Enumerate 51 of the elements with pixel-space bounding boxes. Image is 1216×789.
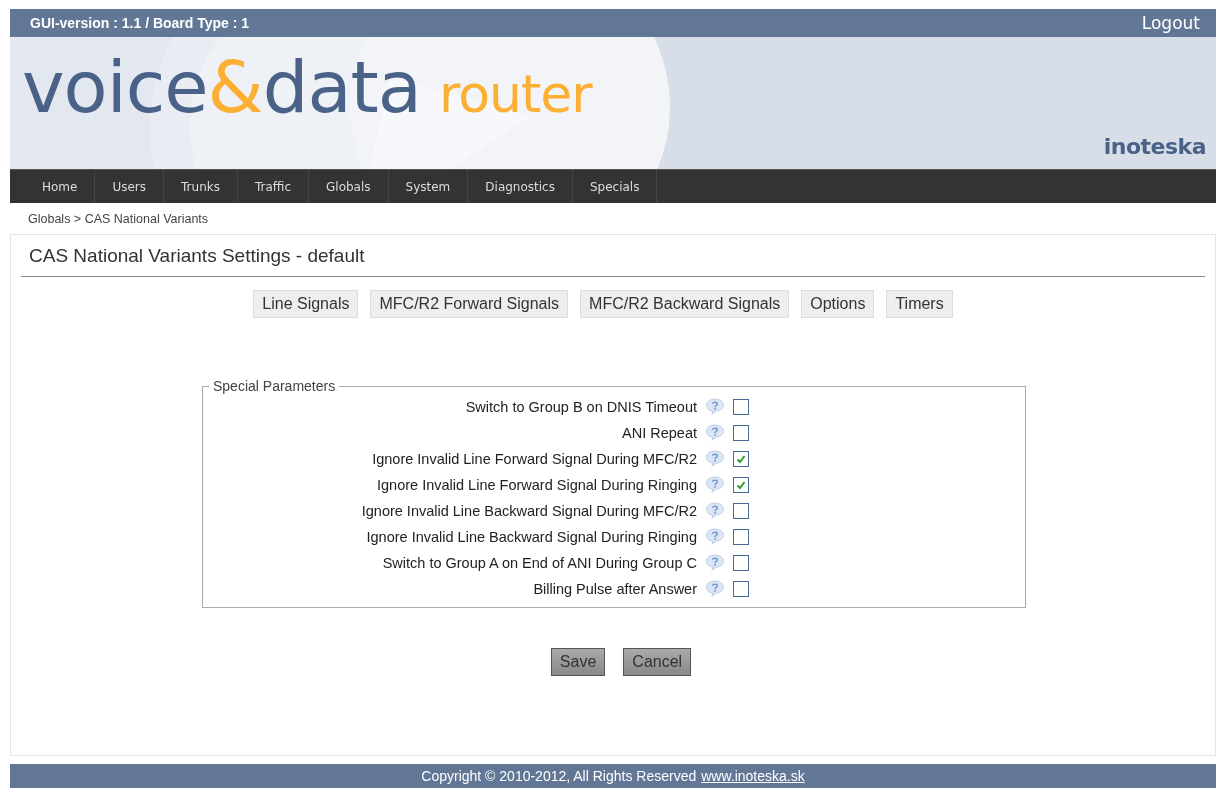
nav-item[interactable]: Diagnostics: [468, 170, 573, 203]
parameter-label: Switch to Group A on End of ANI During Group C: [381, 554, 697, 571]
checkbox[interactable]: [733, 450, 749, 467]
logo-text: &: [207, 51, 263, 123]
checkbox[interactable]: [733, 398, 749, 415]
logo-text: voice: [22, 51, 208, 123]
checkbox[interactable]: [733, 424, 749, 441]
nav-item[interactable]: Globals: [309, 170, 389, 203]
parameter-label: ANI Repeat: [621, 424, 697, 441]
checkbox[interactable]: [733, 528, 749, 545]
cancel-button[interactable]: Cancel: [623, 648, 692, 676]
checkbox[interactable]: [733, 502, 749, 519]
help-icon[interactable]: [705, 398, 725, 415]
breadcrumb: Globals > CAS National Variants: [28, 211, 209, 226]
tab-button[interactable]: MFC/R2 Forward Signals: [370, 290, 569, 318]
tab-button[interactable]: Line Signals: [253, 290, 359, 318]
nav-item[interactable]: Trunks: [164, 170, 238, 203]
parameter-label: Switch to Group B on DNIS Timeout: [464, 398, 697, 415]
tab-button[interactable]: Options: [801, 290, 875, 318]
help-icon[interactable]: [705, 424, 725, 441]
fieldset-legend: Special Parameters: [209, 378, 340, 394]
nav-item[interactable]: Users: [95, 170, 165, 203]
help-icon[interactable]: [705, 502, 725, 519]
help-icon[interactable]: [705, 528, 725, 545]
nav-item[interactable]: Traffic: [237, 170, 310, 203]
website-link[interactable]: www.inoteska.sk: [701, 768, 805, 784]
nav-item[interactable]: System: [388, 170, 469, 203]
parameter-label: Ignore Invalid Line Backward Signal During Ringing: [365, 528, 697, 545]
checkbox[interactable]: [733, 476, 749, 493]
copyright-text: Copyright © 2010-2012, All Rights Reserved: [421, 768, 697, 784]
tab-button[interactable]: Timers: [886, 290, 953, 318]
nav-item[interactable]: Specials: [572, 170, 658, 203]
version-text: GUI-version : 1.1 / Board Type : 1: [30, 15, 250, 31]
parameter-label: Ignore Invalid Line Forward Signal During MFC/R2: [371, 450, 697, 467]
logo-text: router: [438, 68, 592, 120]
help-icon[interactable]: [705, 450, 725, 467]
tab-button[interactable]: MFC/R2 Backward Signals: [580, 290, 790, 318]
parameter-label: Ignore Invalid Line Forward Signal During Ringing: [376, 476, 697, 493]
logo-text: data: [262, 51, 421, 123]
page-title: CAS National Variants Settings - default: [21, 245, 1205, 277]
parameter-label: Billing Pulse after Answer: [532, 580, 697, 597]
logout-link[interactable]: Logout: [1141, 13, 1200, 33]
help-icon[interactable]: [705, 580, 725, 597]
parameter-label: Ignore Invalid Line Backward Signal During MFC/R2: [360, 502, 697, 519]
help-icon[interactable]: [705, 476, 725, 493]
nav-item[interactable]: Home: [25, 170, 96, 203]
checkbox[interactable]: [733, 580, 749, 597]
checkbox[interactable]: [733, 554, 749, 571]
save-button[interactable]: Save: [550, 648, 606, 676]
brand-logo: inoteska: [1103, 134, 1206, 159]
help-icon[interactable]: [705, 554, 725, 571]
